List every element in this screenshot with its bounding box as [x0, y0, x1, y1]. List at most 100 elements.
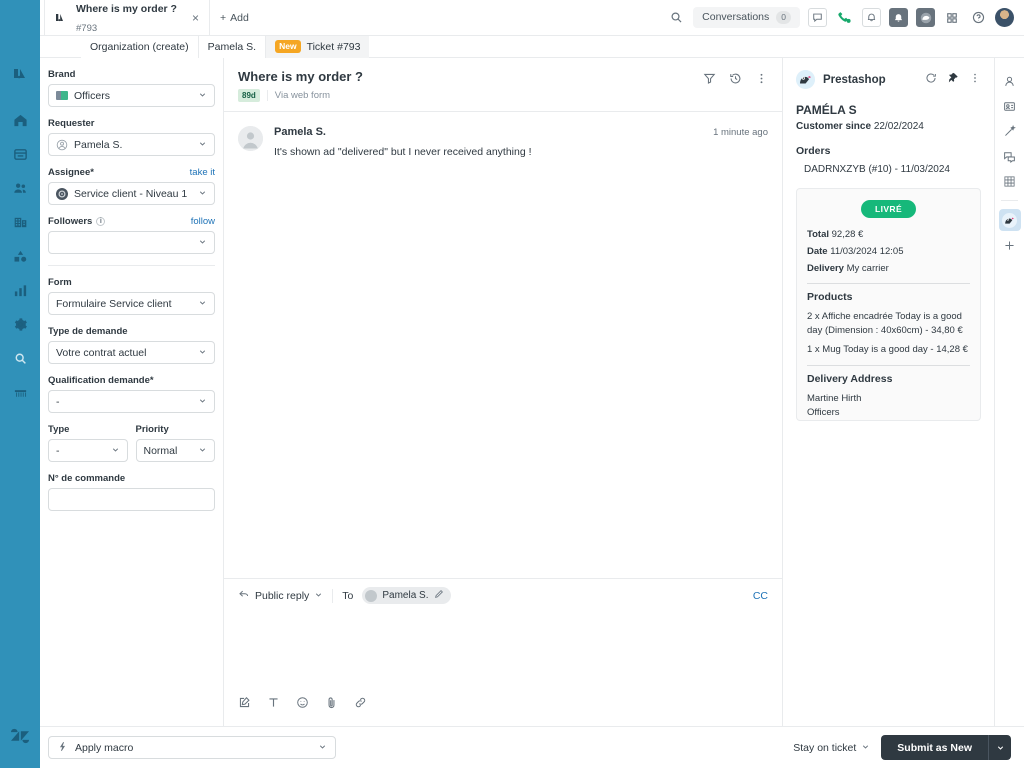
stay-on-ticket-select[interactable]: Stay on ticket	[793, 742, 870, 754]
plus-icon: +	[219, 11, 227, 24]
talk-phone-icon[interactable]	[835, 8, 854, 27]
commande-input[interactable]	[48, 488, 215, 511]
info-icon[interactable]: i	[96, 217, 106, 226]
apply-macro-select[interactable]: Apply macro	[48, 736, 336, 759]
top-bar: Where is my order ? #793 × + Add Convers…	[40, 0, 1024, 36]
chat-icon[interactable]	[808, 8, 827, 27]
follow-link[interactable]: follow	[191, 216, 215, 227]
reply-textarea[interactable]	[224, 611, 782, 696]
history-icon[interactable]	[729, 72, 742, 90]
conversation-actions	[703, 69, 768, 90]
user-avatar[interactable]	[995, 8, 1014, 27]
recipient-name: Pamela S.	[382, 590, 429, 601]
nav-item-reporting[interactable]	[0, 273, 40, 307]
order-link[interactable]: DADRNXZYB (#10) - 11/03/2024	[796, 164, 981, 175]
submit-group: Submit as New	[881, 735, 1011, 760]
form-label: Form	[48, 277, 72, 288]
type-value: -	[56, 444, 60, 457]
user-icon[interactable]	[999, 70, 1021, 92]
magic-wand-icon[interactable]	[999, 120, 1021, 142]
prestashop-app-icon[interactable]	[998, 209, 1021, 231]
chevron-down-icon	[198, 188, 207, 200]
conversations-count: 0	[776, 10, 791, 25]
cc-button[interactable]: CC	[753, 590, 768, 602]
type-demande-select[interactable]: Votre contrat actuel	[48, 341, 215, 364]
brand-label: Brand	[48, 69, 76, 80]
nav-item-customers[interactable]	[0, 171, 40, 205]
tab-close-icon[interactable]: ×	[192, 11, 199, 25]
breadcrumb-label: Ticket #793	[306, 40, 361, 53]
nav-item-search[interactable]	[0, 341, 40, 375]
rich-text-icon[interactable]	[238, 696, 251, 714]
contact-card-icon[interactable]	[999, 95, 1021, 117]
macro-label: Apply macro	[75, 741, 134, 754]
take-it-link[interactable]: take it	[190, 167, 215, 178]
pin-icon[interactable]	[947, 71, 959, 89]
stay-on-ticket-label: Stay on ticket	[793, 741, 857, 754]
more-options-icon[interactable]	[755, 72, 768, 90]
form-select[interactable]: Formulaire Service client	[48, 292, 215, 315]
apps-grid-icon[interactable]	[943, 9, 961, 27]
order-date: Date 11/03/2024 12:05	[807, 245, 970, 259]
nav-item-home[interactable]	[0, 103, 40, 137]
ticket-icon	[55, 12, 67, 24]
nav-item-organizations[interactable]	[0, 205, 40, 239]
assignee-select[interactable]: Service client - Niveau 1	[48, 182, 215, 205]
reply-type-select[interactable]: Public reply	[238, 588, 323, 603]
tab-strip: Where is my order ? #793 × + Add	[40, 0, 259, 35]
order-delivery-label: Delivery	[807, 262, 844, 274]
qualification-select[interactable]: -	[48, 390, 215, 413]
avatar	[238, 125, 263, 151]
more-options-icon[interactable]	[969, 71, 981, 89]
field-brand: Brand Officers	[48, 69, 215, 107]
text-format-icon[interactable]	[267, 696, 280, 714]
type-select[interactable]: -	[48, 439, 128, 462]
brand-select[interactable]: Officers	[48, 84, 215, 107]
requester-select[interactable]: Pamela S.	[48, 133, 215, 156]
breadcrumb-item-requester[interactable]: Pamela S.	[198, 35, 267, 58]
notifications-filled-icon[interactable]	[889, 8, 908, 27]
tab-subtitle: #793	[76, 22, 98, 34]
grid-icon[interactable]	[999, 170, 1021, 192]
link-icon[interactable]	[354, 696, 367, 714]
nav-item-explore-shapes[interactable]	[0, 239, 40, 273]
conversations-icon[interactable]	[999, 145, 1021, 167]
help-icon[interactable]	[969, 9, 987, 27]
nav-item-guide[interactable]	[0, 375, 40, 409]
add-tab-button[interactable]: + Add	[210, 0, 259, 35]
breadcrumb-item-ticket[interactable]: New Ticket #793	[266, 35, 370, 58]
followers-select[interactable]	[48, 231, 215, 254]
message-author: Pamela S.	[274, 125, 326, 138]
submit-label: Submit as	[897, 741, 951, 754]
submit-options-button[interactable]	[988, 735, 1011, 760]
field-type: Type -	[48, 424, 128, 462]
emoji-icon[interactable]	[296, 696, 309, 714]
conversations-pill[interactable]: Conversations 0	[693, 6, 800, 29]
search-icon[interactable]	[667, 9, 685, 27]
refresh-icon[interactable]	[925, 71, 937, 89]
breadcrumb-item-organization[interactable]: Organization (create)	[81, 35, 199, 58]
nav-item-views[interactable]	[0, 137, 40, 171]
filter-icon[interactable]	[703, 72, 716, 90]
conversation-panel: Where is my order ? 89d Via web form Pam…	[224, 58, 783, 726]
nav-item-admin[interactable]	[0, 307, 40, 341]
requester-value: Pamela S.	[74, 138, 123, 151]
pencil-icon[interactable]	[434, 589, 444, 602]
cloud-filled-icon[interactable]	[916, 8, 935, 27]
composer: Public reply To Pamela S. CC	[224, 578, 782, 726]
followers-label: Followers i follow	[48, 216, 215, 227]
chevron-down-icon	[198, 445, 207, 457]
add-app-icon[interactable]	[999, 234, 1021, 256]
user-avatar-icon	[56, 139, 68, 151]
priority-select[interactable]: Normal	[135, 439, 215, 462]
chevron-down-icon	[198, 139, 207, 151]
recipient-chip[interactable]: Pamela S.	[362, 587, 451, 604]
reply-arrow-icon	[238, 588, 250, 603]
submit-button[interactable]: Submit as New	[881, 735, 988, 760]
chevron-down-icon	[861, 742, 870, 754]
bell-icon[interactable]	[862, 8, 881, 27]
brand-value: Officers	[74, 89, 110, 102]
main-column: Where is my order ? #793 × + Add Convers…	[40, 0, 1024, 768]
attachment-icon[interactable]	[325, 696, 338, 714]
ticket-tab[interactable]: Where is my order ? #793 ×	[44, 0, 210, 35]
